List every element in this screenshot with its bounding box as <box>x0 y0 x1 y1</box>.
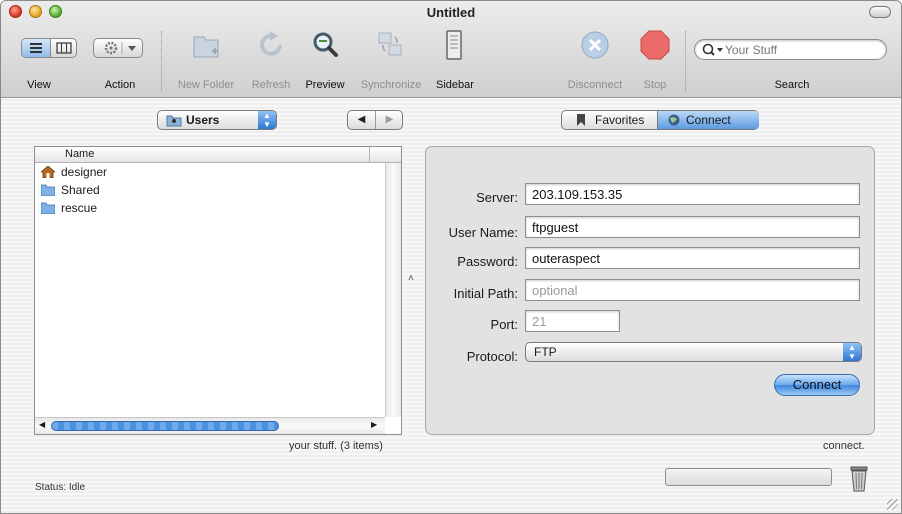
horizontal-scroll-thumb[interactable] <box>51 421 279 431</box>
preview-label: Preview <box>305 79 345 91</box>
back-button[interactable]: ◀ <box>348 111 375 129</box>
vertical-scrollbar[interactable] <box>385 163 401 417</box>
splitter-handle-icon[interactable]: ˄ <box>408 273 414 284</box>
action-menu-button[interactable] <box>93 38 143 58</box>
magnifier-icon <box>313 32 338 57</box>
initial-path-field[interactable] <box>525 279 860 301</box>
disconnect-label: Disconnect <box>567 79 623 91</box>
bookmark-icon <box>577 114 585 126</box>
folder-icon <box>41 202 55 214</box>
refresh-icon <box>260 31 282 56</box>
tab-favorites[interactable]: Favorites <box>562 111 657 129</box>
file-list[interactable]: Name designer Shared rescue ◀ ▶ <box>34 146 402 435</box>
port-label: Port: <box>490 317 518 332</box>
stop-icon <box>640 30 670 60</box>
list-item-label: Shared <box>61 183 100 197</box>
disconnect-button[interactable] <box>577 27 613 63</box>
refresh-button[interactable] <box>253 27 289 63</box>
title-bar: Untitled <box>1 1 901 23</box>
forward-button[interactable]: ▶ <box>375 111 403 129</box>
new-folder-icon <box>193 36 219 58</box>
password-label: Password: <box>457 254 518 269</box>
scroll-right-icon[interactable]: ▶ <box>371 420 377 429</box>
port-field[interactable] <box>525 310 620 332</box>
connect-button[interactable]: Connect <box>774 374 860 396</box>
password-field[interactable] <box>525 247 860 269</box>
scroll-left-icon[interactable]: ◀ <box>39 420 45 429</box>
status-text: Status: Idle <box>35 482 86 493</box>
protocol-value: FTP <box>534 345 557 359</box>
column-header[interactable]: Name <box>35 147 401 163</box>
resize-grip[interactable] <box>887 499 898 510</box>
window-title: Untitled <box>426 5 476 20</box>
column-view-button[interactable] <box>50 39 76 57</box>
username-label: User Name: <box>448 225 518 240</box>
synchronize-icon <box>378 32 402 56</box>
disconnect-icon <box>581 31 609 59</box>
username-field[interactable] <box>525 216 860 238</box>
list-view-icon <box>30 43 42 53</box>
horizontal-scrollbar[interactable]: ◀ ▶ <box>35 417 385 434</box>
folder-icon <box>41 184 55 196</box>
stop-label: Stop <box>643 79 667 91</box>
gear-icon <box>104 41 136 55</box>
view-mode-segmented <box>21 38 77 58</box>
toolbar-toggle-button[interactable] <box>869 6 891 18</box>
mode-tabs: Favorites Connect <box>561 110 759 130</box>
location-popup-label: Users <box>186 113 220 127</box>
sidebar-button[interactable] <box>437 27 473 63</box>
app-window: Untitled View Action New Folder Refresh … <box>0 0 902 514</box>
protocol-popup[interactable]: FTP ▲ ▼ <box>525 342 862 362</box>
browser-footer: your stuff. (3 items) <box>289 440 383 452</box>
location-popup[interactable]: Users ▲ ▼ <box>157 110 277 130</box>
stop-button[interactable] <box>637 27 673 63</box>
progress-bar <box>665 468 832 486</box>
tab-favorites-label: Favorites <box>595 113 645 127</box>
back-arrow-icon: ◀ <box>357 114 366 125</box>
server-field[interactable] <box>525 183 860 205</box>
search-icon <box>702 43 723 56</box>
synchronize-button[interactable] <box>373 27 409 63</box>
list-item-label: designer <box>61 165 108 179</box>
server-label: Server: <box>476 190 518 205</box>
history-segmented: ◀ ▶ <box>347 110 403 130</box>
connect-footer: connect. <box>823 440 865 452</box>
protocol-label: Protocol: <box>466 349 518 364</box>
tab-connect[interactable]: Connect <box>657 111 759 129</box>
tab-connect-label: Connect <box>686 113 731 127</box>
unified-toolbar: Untitled View Action New Folder Refresh … <box>1 1 901 98</box>
sidebar-label: Sidebar <box>436 79 474 91</box>
list-view-button[interactable] <box>22 39 50 57</box>
home-folder-icon <box>41 166 55 178</box>
synchronize-label: Synchronize <box>360 79 422 91</box>
users-folder-icon <box>166 115 182 127</box>
view-label: View <box>27 79 51 91</box>
refresh-label: Refresh <box>251 79 291 91</box>
forward-arrow-icon: ▶ <box>385 114 394 125</box>
list-item-label: rescue <box>61 201 98 215</box>
globe-icon <box>668 114 680 126</box>
popup-arrows-icon: ▲ ▼ <box>258 111 276 129</box>
action-label: Action <box>104 79 136 91</box>
column-view-icon <box>56 42 72 54</box>
name-column-header: Name <box>65 148 95 160</box>
sidebar-icon <box>446 30 462 60</box>
toolbar-separator <box>161 31 163 91</box>
search-label: Search <box>774 79 810 91</box>
connect-panel: Server: User Name: Password: Initial Pat… <box>425 146 875 435</box>
search-input[interactable] <box>725 42 875 57</box>
new-folder-label: New Folder <box>177 79 235 91</box>
new-folder-button[interactable] <box>186 27 226 63</box>
toolbar-separator <box>685 31 687 91</box>
initial-path-label: Initial Path: <box>453 286 518 301</box>
popup-arrows-icon: ▲ ▼ <box>843 343 861 361</box>
search-field[interactable] <box>694 39 887 60</box>
trash-icon[interactable] <box>848 463 870 493</box>
column-divider <box>369 147 370 162</box>
preview-button[interactable] <box>307 27 343 63</box>
